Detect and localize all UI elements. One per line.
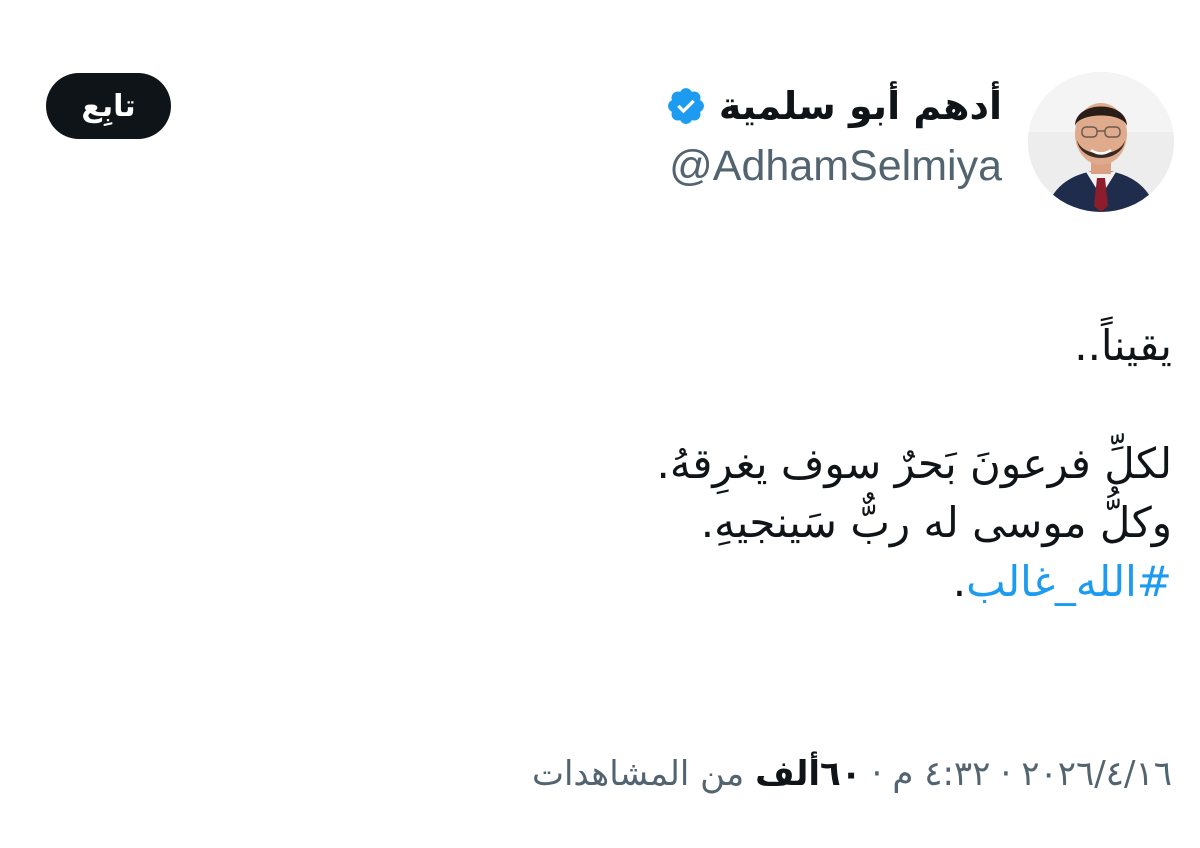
- tweet-text: يقيناً.. لكلِّ فرعونَ بَحرٌ سوف يغرِقهُ.…: [72, 316, 1172, 611]
- verified-badge-icon[interactable]: [665, 85, 707, 127]
- avatar[interactable]: [1028, 72, 1174, 212]
- tweet-date[interactable]: ٢٠٢٦/٤/١٦: [1021, 754, 1172, 794]
- author-name-row: أدهم أبو سلمية: [665, 78, 1002, 134]
- tweet-metadata: ٢٠٢٦/٤/١٦·٤:٣٢ م·٦٠ألف من المشاهدات: [532, 752, 1172, 796]
- tweet-line: لكلِّ فرعونَ بَحرٌ سوف يغرِقهُ.: [656, 439, 1172, 488]
- follow-button[interactable]: تابِع: [46, 73, 171, 139]
- separator: ·: [1000, 754, 1012, 794]
- views-count[interactable]: ٦٠ألف: [755, 754, 861, 794]
- author-handle[interactable]: @AdhamSelmiya: [669, 145, 1002, 188]
- tweet-line: يقيناً..: [1074, 321, 1172, 370]
- tweet-time[interactable]: ٤:٣٢ م: [892, 754, 990, 794]
- tweet-line: وكلُّ موسى له ربٌّ سَينجيهِ.: [700, 498, 1172, 547]
- author-display-name[interactable]: أدهم أبو سلمية: [719, 87, 1002, 125]
- hashtag-link[interactable]: #الله_غالب: [966, 557, 1172, 606]
- views-label: من المشاهدات: [531, 754, 745, 794]
- profile-photo: [1028, 72, 1174, 212]
- hashtag-suffix: .: [952, 557, 967, 606]
- separator: ·: [871, 754, 883, 794]
- tweet-line-hashtag: #الله_غالب.: [72, 552, 1172, 611]
